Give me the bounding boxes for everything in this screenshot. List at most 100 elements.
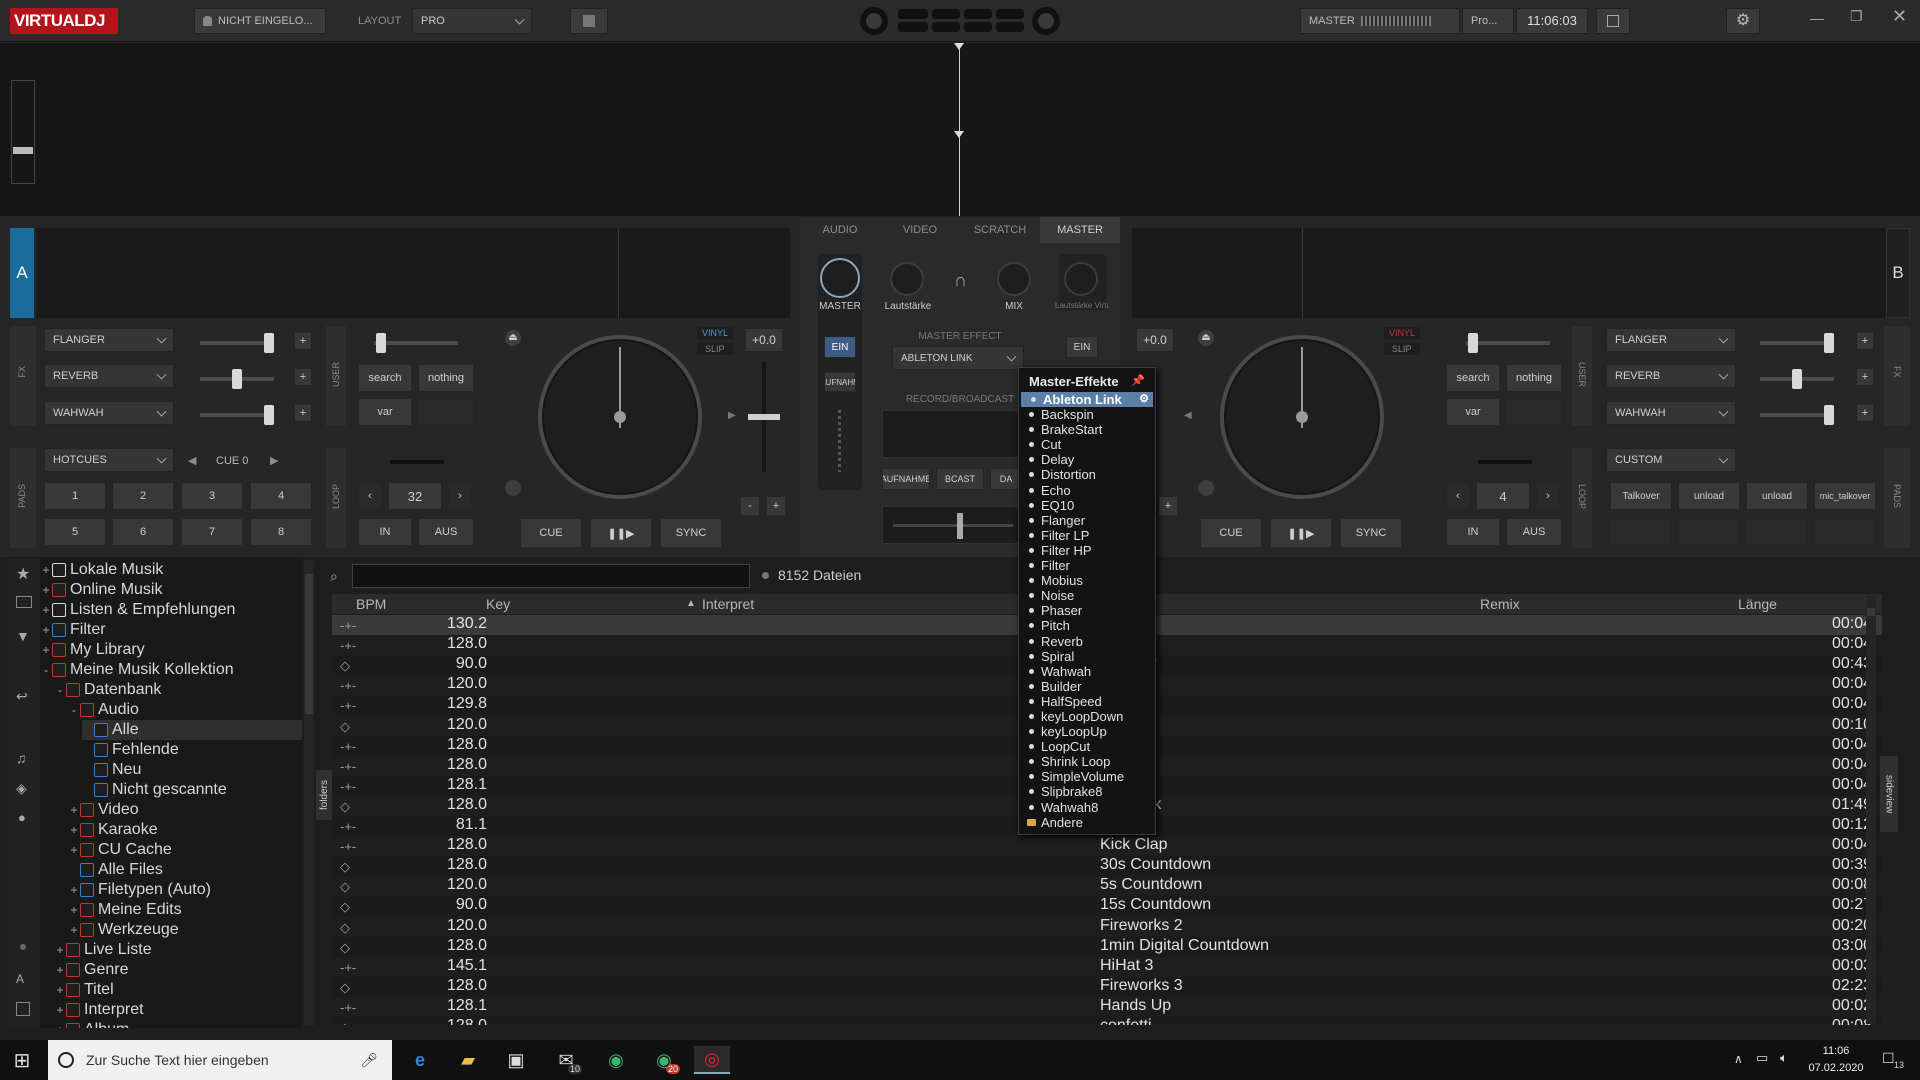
deck-b-pad-unload-2[interactable]: unload [1746,482,1808,510]
calendar-button[interactable] [1596,8,1630,34]
tree-item[interactable]: Alle [82,720,302,740]
menu-item[interactable]: Mobius [1019,573,1155,588]
menu-item[interactable]: Flanger [1019,513,1155,528]
expand-icon[interactable]: + [40,563,52,577]
waveform-overview[interactable] [0,43,1920,216]
deck-a-waveform[interactable] [36,228,790,318]
chrome-2-icon[interactable]: ◉ 20 [646,1046,682,1074]
tree-item[interactable]: + Genre [54,960,302,980]
master-ein-button[interactable]: EIN [824,336,856,358]
sideview-tab[interactable]: sideview [1880,756,1898,832]
deck-a-fx2-select[interactable]: REVERB [44,364,174,388]
zoom-slider[interactable] [11,80,35,184]
mix-knob[interactable] [997,262,1031,296]
expand-icon[interactable]: + [40,583,52,597]
pin-icon[interactable]: 📌 [1131,374,1145,387]
record-button[interactable]: AUFNAHME [882,468,930,490]
mic-icon[interactable]: ● [18,810,26,825]
windows-start-icon[interactable]: ⊞ [4,1046,40,1074]
deck-b-cue-button[interactable]: CUE [1200,518,1262,548]
deck-b-vinyl-toggle[interactable]: VINYL [1384,327,1421,339]
tab-scratch[interactable]: SCRATCH [960,217,1040,243]
deck-a-fx1-select[interactable]: FLANGER [44,328,174,352]
network-icon[interactable]: ▭ [1756,1050,1768,1066]
menu-item[interactable]: Phaser [1019,603,1155,618]
menu-item[interactable]: Echo [1019,483,1155,498]
column-remix[interactable]: Remix [1480,594,1520,614]
menu-item[interactable]: Pitch [1019,618,1155,633]
menu-item[interactable]: Distortion [1019,467,1155,482]
cue-prev-icon[interactable]: ◀ [188,454,196,467]
deck-b-fx3-add[interactable]: + [1856,404,1874,422]
deck-a-loop-double[interactable]: › [448,482,472,510]
deck-a-fx3-slider[interactable] [200,405,274,425]
menu-item[interactable]: keyLoopDown [1019,709,1155,724]
expand-icon[interactable]: + [68,883,80,897]
deck-a-hotcue-pad[interactable]: 4 [250,482,312,510]
deck-a-loop-value[interactable]: 32 [388,482,442,510]
layout-icon[interactable] [16,1002,30,1016]
volume2-ein-button[interactable]: EIN [1066,336,1098,358]
tree-item[interactable]: + Karaoke [68,820,302,840]
tree-item[interactable]: Alle Files [68,860,302,880]
settings-button[interactable]: ⚙ [1726,8,1760,34]
deck-b-loop-in[interactable]: IN [1446,518,1500,546]
deck-b-pad-unload-1[interactable]: unload [1678,482,1740,510]
deck-a-hotcue-pad[interactable]: 1 [44,482,106,510]
expand-icon[interactable]: + [68,903,80,917]
virtualdj-taskbar-icon[interactable]: ◎ [694,1046,730,1074]
deck-b-var-button[interactable]: var [1446,398,1500,426]
menu-item[interactable]: LoopCut [1019,739,1155,754]
deck-a-fx1-add[interactable]: + [294,332,312,350]
deck-b-pitch-arrow[interactable]: ◀ [1184,410,1192,421]
star-icon[interactable]: ★ [16,564,30,584]
deck-a-sync-button[interactable]: SYNC [660,518,722,548]
tree-item[interactable]: Nicht gescannte [82,780,302,800]
table-row[interactable]: -+- 128.1 Hands Up 00:02 [332,997,1882,1017]
deck-b-waveform[interactable] [1132,228,1886,318]
deck-a-loop-out[interactable]: AUS [418,518,474,546]
deck-b-pad-empty-2[interactable] [1678,518,1740,546]
tree-scrollbar[interactable] [304,560,314,1026]
table-row[interactable]: ◇128.0confetti00:08 [332,1017,1882,1025]
tree-item[interactable]: - Audio [68,700,302,720]
tray-chevron-icon[interactable]: ∧ [1734,1052,1743,1066]
deck-a-cue-button[interactable]: CUE [520,518,582,548]
deck-a-fx2-slider[interactable] [200,369,274,389]
deck-a-loop-half[interactable]: ‹ [358,482,382,510]
menu-item[interactable]: BrakeStart [1019,422,1155,437]
master-aufnahm-button[interactable]: AUFNAHM [824,372,856,392]
column-bpm[interactable]: BPM [356,594,386,614]
menu-item[interactable]: Noise [1019,588,1155,603]
tab-video[interactable]: VIDEO [880,217,960,243]
deck-a-hotcue-pad[interactable]: 3 [181,482,243,510]
file-explorer-icon[interactable]: ▰ [450,1046,486,1074]
deck-a-loop-in[interactable]: IN [358,518,412,546]
deck-a-play-button[interactable]: ❚❚▶ [590,518,652,548]
deck-b-play-button[interactable]: ❚❚▶ [1270,518,1332,548]
deck-a-search-button[interactable]: search [358,364,412,392]
table-row[interactable]: -+- 145.1 HiHat 3 00:03 [332,957,1882,977]
deck-a-hotcue-pad[interactable]: 5 [44,518,106,546]
expand-icon[interactable]: + [54,963,66,977]
table-row[interactable]: ◇ 128.0 1min Digital Countdown 03:00 [332,936,1882,957]
deck-b-pad-empty-4[interactable] [1814,518,1876,546]
deck-a-hotcue-pad[interactable]: 8 [250,518,312,546]
tree-item[interactable]: + Filter [40,620,302,640]
menu-item[interactable]: SimpleVolume [1019,769,1155,784]
deck-b-nothing-button[interactable]: nothing [1506,364,1562,392]
deck-a-hotcue-pad[interactable]: 7 [181,518,243,546]
deck-a-pitch-slider[interactable] [748,362,780,472]
tree-item[interactable]: + Video [68,800,302,820]
deck-b-pitch-plus[interactable]: + [1158,496,1178,516]
deck-a-fx3-select[interactable]: WAHWAH [44,401,174,425]
deck-b-fx1-add[interactable]: + [1856,332,1874,350]
menu-item[interactable]: Reverb [1019,634,1155,649]
deck-b-fx3-slider[interactable] [1760,405,1834,425]
deck-b-fx1-select[interactable]: FLANGER [1606,328,1736,352]
column-key[interactable]: Key [486,594,510,614]
deck-a-fx1-slider[interactable] [200,333,274,353]
mail-icon[interactable]: ✉ 10 [548,1046,584,1074]
deck-a-eject-icon[interactable]: ⏏ [505,330,521,346]
menu-item[interactable]: Spiral [1019,649,1155,664]
